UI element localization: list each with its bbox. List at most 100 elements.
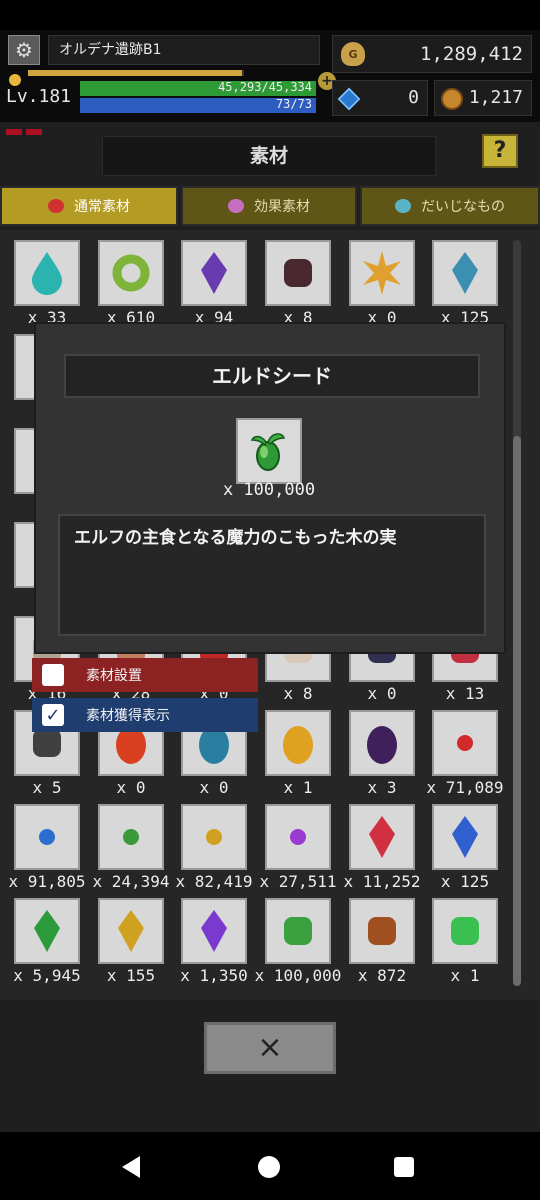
yellow-bead-icon: [183, 806, 245, 868]
material-slot[interactable]: [349, 898, 415, 964]
icon-shape: [201, 252, 227, 294]
material-count: x 8: [283, 684, 313, 703]
material-slot[interactable]: [98, 898, 164, 964]
material-count: x 91,805: [8, 872, 86, 891]
tab-0[interactable]: 通常素材: [0, 186, 178, 226]
elder-seed-icon: [267, 900, 329, 962]
red-gem-icon: [351, 806, 413, 868]
material-slot[interactable]: [14, 240, 80, 306]
back-icon[interactable]: [122, 1156, 140, 1178]
material-count: x 11,252: [343, 872, 421, 891]
icon-shape: [452, 252, 478, 294]
hp-bar: 45,293/45,334: [80, 80, 316, 96]
material-slot[interactable]: [349, 804, 415, 870]
tab-label: 通常素材: [74, 199, 130, 215]
exp-fill: [28, 70, 242, 76]
material-slot[interactable]: [349, 710, 415, 776]
help-button[interactable]: ?: [482, 134, 518, 168]
gold-egg-icon: [267, 712, 329, 774]
home-icon[interactable]: [258, 1156, 280, 1178]
material-slot[interactable]: [14, 804, 80, 870]
close-button[interactable]: ×: [204, 1022, 336, 1074]
mp-text: 73/73: [275, 97, 312, 111]
scrollbar-thumb[interactable]: [513, 436, 521, 986]
location-name: オルデナ遺跡B1: [48, 35, 320, 65]
tab-2[interactable]: だいじなもの: [360, 186, 540, 226]
material-count: x 1,350: [180, 966, 248, 985]
material-slot[interactable]: [432, 710, 498, 776]
material-count: x 24,394: [92, 872, 170, 891]
elder-seed-icon: [236, 418, 302, 484]
exp-icon: [9, 74, 21, 86]
purple-crystal-icon: [183, 242, 245, 304]
material-count: x 5,945: [13, 966, 81, 985]
material-count: x 872: [357, 966, 407, 985]
material-slot[interactable]: [265, 898, 331, 964]
icon-shape: [363, 251, 401, 295]
material-slot[interactable]: [14, 898, 80, 964]
purple-gem-icon: [183, 900, 245, 962]
place-material-checkbox[interactable]: [42, 664, 64, 686]
material-slot[interactable]: [349, 240, 415, 306]
elder-seed-graphic: [250, 433, 286, 471]
material-slot[interactable]: [98, 240, 164, 306]
item-count: x 100,000: [222, 480, 316, 500]
gem-display: 0: [332, 80, 428, 116]
material-slot[interactable]: [265, 240, 331, 306]
blue-shard-icon: [434, 242, 496, 304]
material-slot[interactable]: [265, 804, 331, 870]
gem-amount: 0: [408, 87, 419, 108]
place-material-option[interactable]: 素材設置: [32, 658, 258, 692]
red-orb-icon: [48, 199, 64, 213]
mp-bar: 73/73: [80, 97, 316, 113]
icon-shape: [112, 254, 150, 292]
material-slot[interactable]: [181, 240, 247, 306]
medal-amount: 1,217: [468, 87, 523, 108]
item-description: エルフの主食となる魔力のこもった木の実: [58, 514, 486, 636]
page-title: 素材: [102, 136, 436, 176]
material-slot[interactable]: [432, 804, 498, 870]
material-count: x 0: [199, 778, 229, 797]
gold-amount: 1,289,412: [420, 43, 523, 65]
icon-shape: [283, 726, 313, 764]
show-acquire-checkbox[interactable]: ✓: [42, 704, 64, 726]
tab-label: 効果素材: [254, 199, 310, 215]
bowl-icon: [228, 199, 244, 213]
blue-bead-icon: [16, 806, 78, 868]
tab-1[interactable]: 効果素材: [181, 186, 357, 226]
material-count: x 3: [367, 778, 397, 797]
item-detail-modal[interactable]: エルドシード x 100,000 エルフの主食となる魔力のこもった木の実: [34, 322, 506, 654]
buff-icons: [6, 120, 50, 135]
green-gem-icon: [16, 900, 78, 962]
icon-shape: [369, 816, 395, 858]
material-count: x 155: [106, 966, 156, 985]
material-count: x 1: [283, 778, 313, 797]
material-count: x 125: [440, 872, 490, 891]
green-mascot-icon: [434, 900, 496, 962]
red-bead-icon: [434, 712, 496, 774]
blue-gem-icon: [434, 806, 496, 868]
blue-gem-currency-icon: [337, 87, 361, 111]
material-slot[interactable]: [181, 898, 247, 964]
material-slot[interactable]: [432, 898, 498, 964]
material-slot[interactable]: [181, 804, 247, 870]
dark-rock-icon: [267, 242, 329, 304]
material-count: x 82,419: [175, 872, 253, 891]
material-slot[interactable]: [98, 804, 164, 870]
show-acquire-option[interactable]: ✓ 素材獲得表示: [32, 698, 258, 732]
icon-shape: [39, 829, 55, 845]
exp-bar: [28, 70, 244, 76]
material-slot[interactable]: [432, 240, 498, 306]
brown-seed-icon: [351, 900, 413, 962]
buff-icon: [26, 129, 42, 135]
medal-display: 1,217: [434, 80, 532, 116]
buff-icon: [6, 129, 22, 135]
settings-gear-icon[interactable]: ⚙: [8, 35, 40, 65]
material-slot[interactable]: [265, 710, 331, 776]
material-count: x 13: [445, 684, 485, 703]
icon-shape: [367, 726, 397, 764]
medal-currency-icon: [441, 88, 463, 110]
material-count: x 0: [367, 684, 397, 703]
recent-apps-icon[interactable]: [394, 1157, 414, 1177]
icon-shape: [290, 829, 306, 845]
